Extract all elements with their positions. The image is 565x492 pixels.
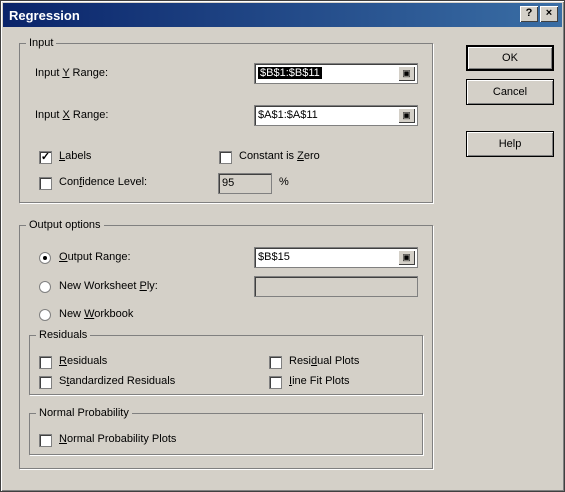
normal-probability-group-label: Normal Probability <box>39 407 129 419</box>
standardized-residuals-checkbox[interactable] <box>39 376 52 389</box>
close-button[interactable]: × <box>540 6 558 22</box>
input-x-range-label: Input X Range: <box>35 109 109 121</box>
cancel-button[interactable]: Cancel <box>466 79 554 105</box>
confidence-level-label[interactable]: Confidence Level: <box>59 176 147 188</box>
confidence-level-field[interactable]: 95 <box>218 173 272 194</box>
collapse-dialog-icon[interactable]: ▣ <box>398 66 415 81</box>
residuals-label[interactable]: Residuals <box>59 355 107 367</box>
standardized-residuals-label[interactable]: Standardized Residuals <box>59 375 175 387</box>
collapse-dialog-icon[interactable]: ▣ <box>398 108 415 123</box>
title-bar[interactable]: Regression ? × <box>3 3 562 27</box>
normal-probability-plots-label[interactable]: Normal Probability Plots <box>59 433 176 445</box>
output-options-label: Output options <box>29 219 101 231</box>
ok-button[interactable]: OK <box>466 45 554 71</box>
percent-label: % <box>279 176 289 188</box>
help-button[interactable]: Help <box>466 131 554 157</box>
new-worksheet-radio[interactable] <box>39 281 51 293</box>
residual-plots-label[interactable]: Residual Plots <box>289 355 359 367</box>
line-fit-plots-label[interactable]: Iine Fit Plots <box>289 375 350 387</box>
output-range-field[interactable]: $B$15 ▣ <box>254 247 418 268</box>
confidence-level-checkbox[interactable] <box>39 177 52 190</box>
normal-probability-plots-checkbox[interactable] <box>39 434 52 447</box>
help-question-button[interactable]: ? <box>520 6 538 22</box>
line-fit-plots-checkbox[interactable] <box>269 376 282 389</box>
output-range-label[interactable]: Output Range: <box>59 251 131 263</box>
constant-zero-checkbox[interactable] <box>219 151 232 164</box>
new-worksheet-label[interactable]: New Worksheet Ply: <box>59 280 158 292</box>
residuals-checkbox[interactable] <box>39 356 52 369</box>
new-workbook-radio[interactable] <box>39 309 51 321</box>
input-group-label: Input <box>29 37 54 49</box>
input-y-range-field[interactable]: $B$1:$B$11 ▣ <box>254 63 418 84</box>
new-worksheet-field[interactable] <box>254 276 418 297</box>
constant-zero-label[interactable]: Constant is Zero <box>239 150 320 162</box>
output-range-radio[interactable] <box>39 252 51 264</box>
regression-dialog: Regression ? × Input Input Y Range: $B$1… <box>0 0 565 492</box>
new-workbook-label[interactable]: New Workbook <box>59 308 133 320</box>
labels-label[interactable]: Labels <box>59 150 91 162</box>
residuals-group-label: Residuals <box>39 329 88 341</box>
normal-probability-group: Normal Probability <box>29 407 423 455</box>
dialog-title: Regression <box>9 7 80 23</box>
input-y-range-label: Input Y Range: <box>35 67 108 79</box>
collapse-dialog-icon[interactable]: ▣ <box>398 250 415 265</box>
labels-checkbox[interactable]: ✓ <box>39 151 52 164</box>
input-x-range-field[interactable]: $A$1:$A$11 ▣ <box>254 105 418 126</box>
residual-plots-checkbox[interactable] <box>269 356 282 369</box>
